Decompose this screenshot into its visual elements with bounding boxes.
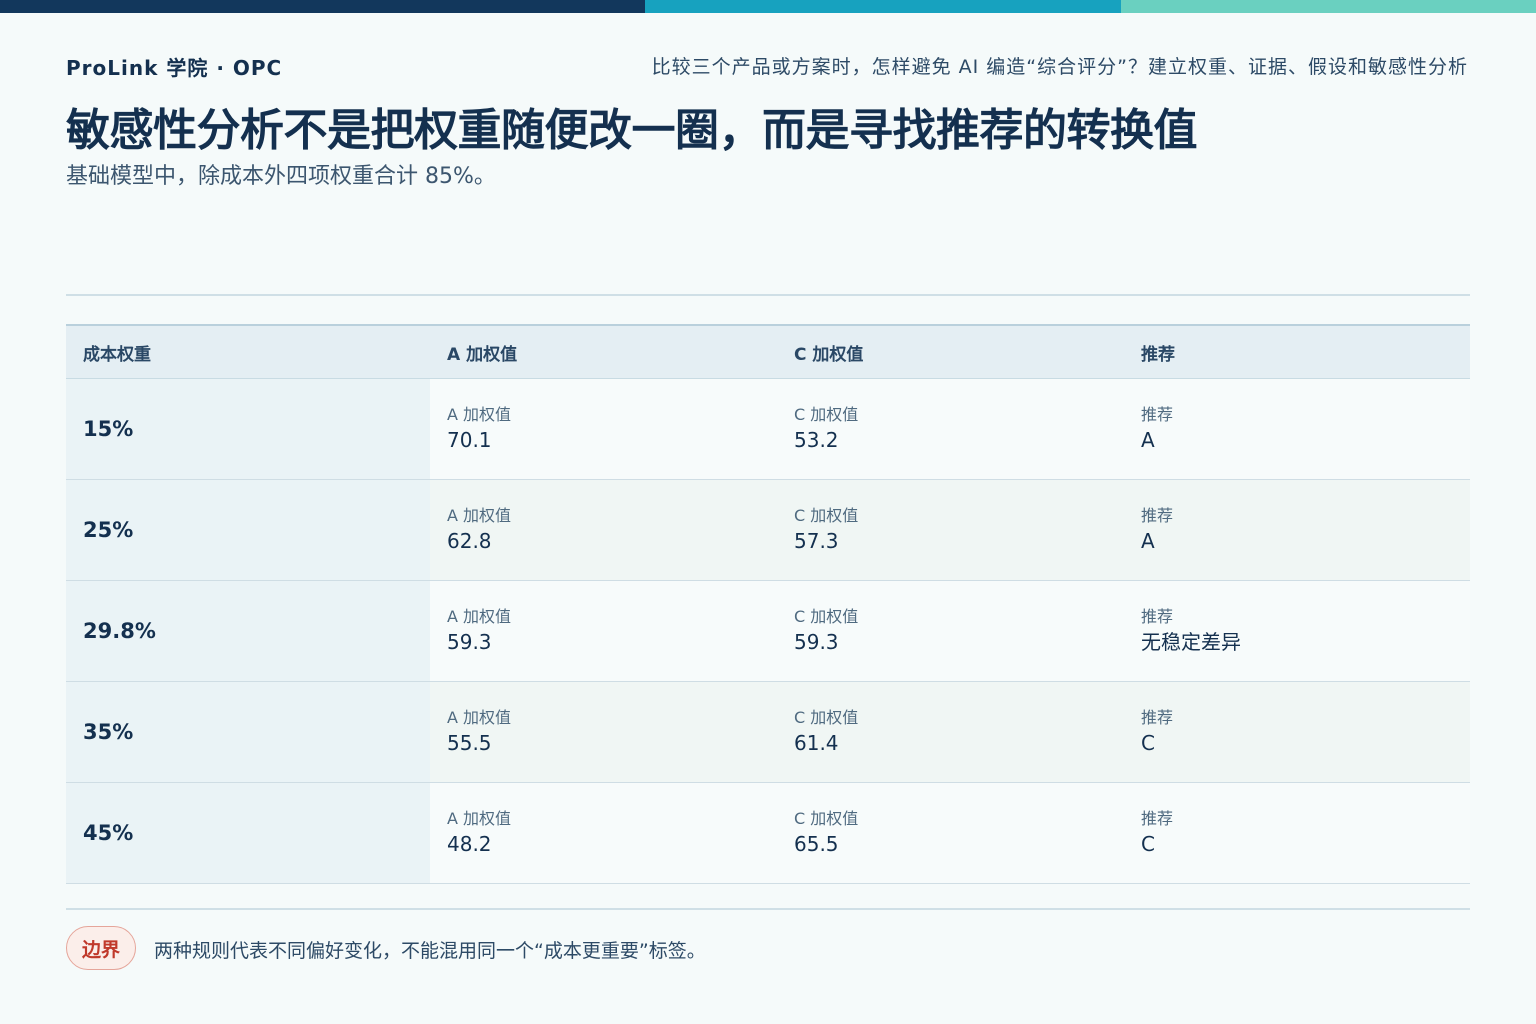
cell-value: 48.2 [447, 832, 492, 856]
cell-label: C 加权值 [794, 405, 859, 424]
cell-label: C 加权值 [794, 708, 859, 727]
page: ProLink 学院 · OPC 比较三个产品或方案时，怎样避免 AI 编造“综… [0, 0, 1536, 1024]
a-weighted-cell: A 加权值 70.1 [430, 379, 777, 479]
table-header: 成本权重 A 加权值 C 加权值 推荐 [66, 326, 1470, 379]
sensitivity-table: 成本权重 A 加权值 C 加权值 推荐 15% A 加权值 70.1 C 加权值… [66, 324, 1470, 884]
recommendation-cell: 推荐 A [1124, 480, 1470, 580]
cell-value: 59.3 [794, 630, 839, 654]
table-row: 15% A 加权值 70.1 C 加权值 53.2 推荐 A [66, 379, 1470, 480]
cell-label: 推荐 [1141, 607, 1174, 626]
cell-label: 推荐 [1141, 708, 1174, 727]
header-recommendation: 推荐 [1141, 344, 1175, 365]
cell-label: A 加权值 [447, 405, 512, 424]
c-weighted-cell: C 加权值 53.2 [777, 379, 1124, 479]
cell-value: 57.3 [794, 529, 839, 553]
a-weighted-cell: A 加权值 62.8 [430, 480, 777, 580]
a-weighted-cell: A 加权值 59.3 [430, 581, 777, 681]
boundary-note: 两种规则代表不同偏好变化，不能混用同一个“成本更重要”标签。 [154, 940, 706, 962]
divider-top [66, 294, 1470, 296]
top-bar-segment-teal [645, 0, 1121, 13]
c-weighted-cell: C 加权值 59.3 [777, 581, 1124, 681]
page-subtitle: 基础模型中，除成本外四项权重合计 85%。 [66, 164, 496, 189]
cell-label: C 加权值 [794, 607, 859, 626]
cost-weight-cell: 25% [66, 480, 430, 580]
top-accent-bar [0, 0, 1536, 13]
recommendation-cell: 推荐 C [1124, 783, 1470, 883]
recommendation-cell: 推荐 A [1124, 379, 1470, 479]
cell-value: 59.3 [447, 630, 492, 654]
divider-bottom [66, 908, 1470, 910]
cell-label: 推荐 [1141, 506, 1174, 525]
recommendation-cell: 推荐 无稳定差异 [1124, 581, 1470, 681]
cell-value: A [1141, 428, 1155, 452]
top-bar-segment-mint [1121, 0, 1536, 13]
cost-weight-cell: 35% [66, 682, 430, 782]
cell-value: 62.8 [447, 529, 492, 553]
cell-value: 70.1 [447, 428, 492, 452]
top-bar-segment-dark [0, 0, 645, 13]
cost-weight-cell: 15% [66, 379, 430, 479]
header-cost-weight: 成本权重 [83, 344, 151, 365]
a-weighted-cell: A 加权值 55.5 [430, 682, 777, 782]
cell-value: 65.5 [794, 832, 839, 856]
cell-label: C 加权值 [794, 506, 859, 525]
cell-value: A [1141, 529, 1155, 553]
recommendation-cell: 推荐 C [1124, 682, 1470, 782]
a-weighted-cell: A 加权值 48.2 [430, 783, 777, 883]
cell-value: 61.4 [794, 731, 839, 755]
cell-label: A 加权值 [447, 506, 512, 525]
cell-value: 55.5 [447, 731, 492, 755]
c-weighted-cell: C 加权值 57.3 [777, 480, 1124, 580]
header-c-weighted: C 加权值 [794, 344, 864, 365]
table-row: 29.8% A 加权值 59.3 C 加权值 59.3 推荐 无稳定差异 [66, 581, 1470, 682]
topic-label: 比较三个产品或方案时，怎样避免 AI 编造“综合评分”？建立权重、证据、假设和敏… [651, 56, 1468, 78]
cell-value: C [1141, 832, 1155, 856]
cell-label: A 加权值 [447, 607, 512, 626]
header-a-weighted: A 加权值 [447, 344, 518, 365]
cell-value: 无稳定差异 [1141, 630, 1241, 654]
cell-label: 推荐 [1141, 405, 1174, 424]
c-weighted-cell: C 加权值 65.5 [777, 783, 1124, 883]
cell-label: C 加权值 [794, 809, 859, 828]
cell-label: A 加权值 [447, 809, 512, 828]
page-title: 敏感性分析不是把权重随便改一圈，而是寻找推荐的转换值 [66, 105, 1198, 156]
brand-label: ProLink 学院 · OPC [66, 56, 283, 80]
table-row: 25% A 加权值 62.8 C 加权值 57.3 推荐 A [66, 480, 1470, 581]
table-row: 35% A 加权值 55.5 C 加权值 61.4 推荐 C [66, 682, 1470, 783]
table-row: 45% A 加权值 48.2 C 加权值 65.5 推荐 C [66, 783, 1470, 884]
cost-weight-cell: 45% [66, 783, 430, 883]
c-weighted-cell: C 加权值 61.4 [777, 682, 1124, 782]
cell-label: 推荐 [1141, 809, 1174, 828]
cell-label: A 加权值 [447, 708, 512, 727]
cost-weight-cell: 29.8% [66, 581, 430, 681]
cell-value: 53.2 [794, 428, 839, 452]
boundary-badge: 边界 [66, 926, 136, 970]
cell-value: C [1141, 731, 1155, 755]
